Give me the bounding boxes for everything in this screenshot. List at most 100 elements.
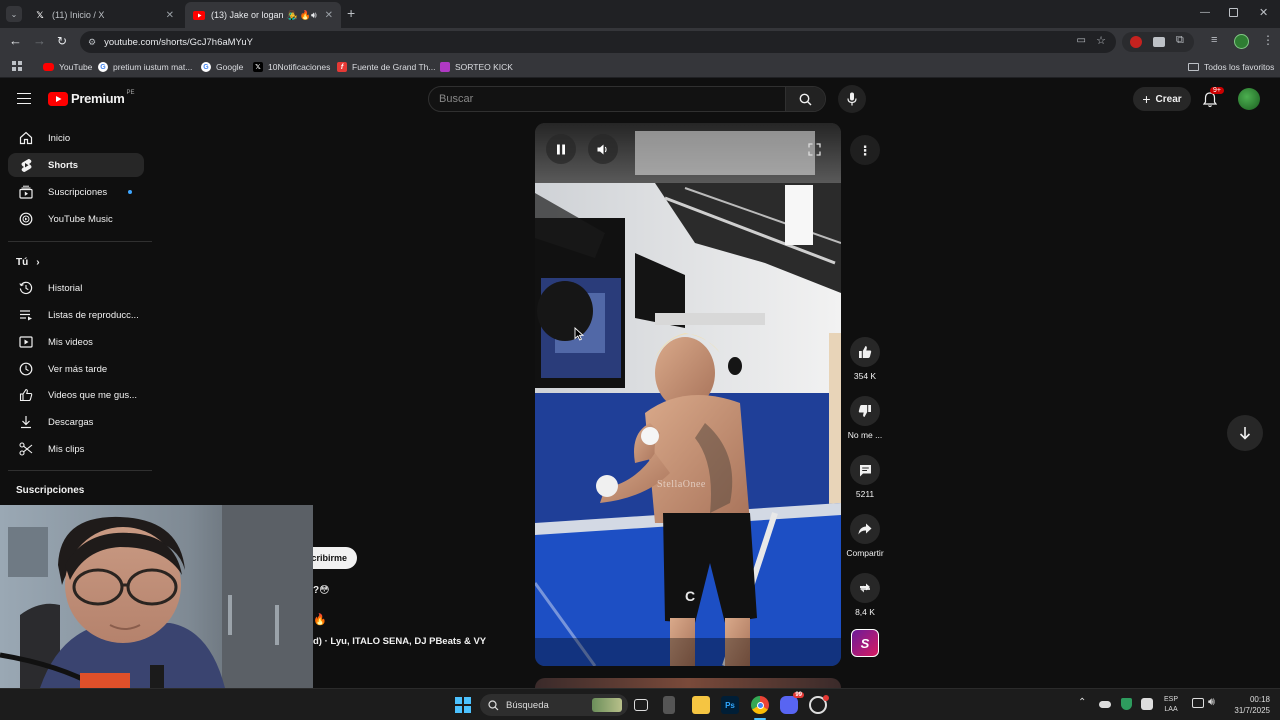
- close-icon[interactable]: ✕: [325, 10, 333, 21]
- audio-source-thumbnail[interactable]: S: [851, 629, 879, 657]
- short-emoji: 🔥: [313, 614, 327, 626]
- address-bar[interactable]: ⚙ youtube.com/shorts/GcJ7h6aMYuY ▭ ☆: [80, 31, 1116, 53]
- site-info-icon[interactable]: ⚙: [88, 37, 96, 48]
- pause-button[interactable]: [546, 134, 576, 164]
- extension-icon[interactable]: [1130, 36, 1142, 48]
- bookmark-x-notifications[interactable]: 𝕏 10Notificaciones: [253, 60, 330, 74]
- menu-icon[interactable]: ⋮: [1262, 33, 1274, 47]
- fullscreen-icon: [807, 142, 821, 156]
- sidebar-item-descargas[interactable]: Descargas: [8, 410, 144, 434]
- extension-icon[interactable]: [1153, 37, 1165, 47]
- divider: [8, 470, 152, 471]
- speaker-icon[interactable]: 🔊︎: [311, 10, 317, 21]
- all-bookmarks[interactable]: Todos los favoritos: [1188, 60, 1274, 74]
- youtube-logo-icon: [48, 91, 68, 106]
- photoshop-icon[interactable]: Ps: [721, 696, 739, 714]
- sidebar-item-ver-mas-tarde[interactable]: Ver más tarde: [8, 357, 144, 381]
- search-input[interactable]: [439, 87, 779, 111]
- app-tray-icon[interactable]: [1141, 698, 1153, 710]
- tab-youtube[interactable]: (13) Jake or logan 👨‍🎤 🔥 - 🔊︎ ✕: [185, 2, 341, 28]
- thumbs-down-icon: [858, 405, 871, 417]
- next-short-button[interactable]: [1227, 415, 1263, 451]
- hamburger-menu-icon[interactable]: [17, 93, 31, 104]
- sidebar-section-tu[interactable]: Tú ›: [8, 250, 144, 274]
- close-icon[interactable]: ✕: [166, 10, 174, 21]
- bookmark-google[interactable]: G Google: [201, 60, 243, 74]
- media-controls-icon[interactable]: ≡: [1211, 34, 1217, 46]
- taskbar-search[interactable]: Búsqueda: [480, 694, 628, 716]
- install-icon[interactable]: ▭: [1077, 35, 1086, 46]
- fullscreen-button[interactable]: [801, 136, 827, 162]
- volume-icon[interactable]: 🔊︎: [1208, 696, 1215, 709]
- tray-chevron-icon[interactable]: ⌃: [1078, 697, 1086, 708]
- app-icon[interactable]: [663, 696, 675, 714]
- puzzle-icon[interactable]: ⧉: [1176, 34, 1184, 47]
- security-icon[interactable]: [1121, 698, 1132, 710]
- like-button[interactable]: 354 K: [844, 337, 886, 381]
- bookmark-youtube[interactable]: YouTube: [43, 60, 92, 74]
- comments-button[interactable]: 5211: [844, 455, 886, 499]
- language-indicator[interactable]: ESP LAA: [1164, 695, 1178, 715]
- close-window-button[interactable]: ✕: [1259, 6, 1268, 19]
- account-avatar[interactable]: [1238, 88, 1260, 110]
- bookmark-fuente[interactable]: f Fuente de Grand Th...: [337, 60, 435, 74]
- sidebar-item-suscripciones[interactable]: Suscripciones: [8, 180, 144, 204]
- taskview-icon[interactable]: [634, 699, 648, 711]
- onedrive-icon[interactable]: [1099, 701, 1111, 708]
- youtube-icon: [43, 63, 54, 71]
- sidebar-item-youtube-music[interactable]: YouTube Music: [8, 207, 144, 231]
- reload-button[interactable]: ↻: [57, 34, 67, 48]
- my-videos-icon: [16, 336, 36, 348]
- start-button[interactable]: [455, 697, 471, 713]
- notifications-button[interactable]: 9+: [1203, 87, 1224, 108]
- clock[interactable]: 00:18 31/7/2025: [1226, 694, 1270, 716]
- tab-search-button[interactable]: ⌄: [6, 6, 22, 22]
- search-highlight-image: [592, 698, 622, 712]
- svg-text:C: C: [685, 588, 695, 604]
- profile-avatar[interactable]: [1234, 34, 1249, 49]
- google-icon: G: [201, 62, 211, 72]
- sidebar-item-inicio[interactable]: Inicio: [8, 126, 144, 150]
- create-button[interactable]: + Crear: [1133, 87, 1191, 111]
- back-button[interactable]: ←: [9, 34, 22, 48]
- short-music[interactable]: d) · Lyu, ITALO SENA, DJ PBeats & VY: [313, 636, 486, 647]
- tab-x[interactable]: 𝕏 (11) Inicio / X ✕: [26, 2, 182, 28]
- dislike-button[interactable]: No me ...: [844, 396, 886, 440]
- sidebar-item-historial[interactable]: Historial: [8, 276, 144, 300]
- bookmark-pretium[interactable]: G pretium iustum mat...: [98, 60, 192, 74]
- thumbs-up-icon: [16, 388, 36, 402]
- youtube-premium-logo[interactable]: Premium PE: [48, 90, 135, 106]
- sidebar-item-videos-que-me-gustan[interactable]: Videos que me gus...: [8, 383, 144, 407]
- shorts-player[interactable]: C StellaOnee: [535, 123, 841, 666]
- minimize-button[interactable]: —: [1200, 7, 1210, 18]
- more-options-button[interactable]: ⋮: [850, 135, 880, 165]
- discord-icon[interactable]: 99: [780, 692, 804, 714]
- restore-button[interactable]: [1229, 8, 1238, 17]
- forward-button[interactable]: →: [33, 34, 46, 48]
- share-button[interactable]: Compartir: [844, 514, 886, 558]
- tab-title: (13) Jake or logan 👨‍🎤 🔥 -: [211, 9, 311, 20]
- voice-search-button[interactable]: [838, 85, 866, 113]
- sidebar-item-mis-videos[interactable]: Mis videos: [8, 330, 144, 354]
- sidebar-item-listas[interactable]: Listas de reproducc...: [8, 303, 144, 327]
- sidebar-item-mis-clips[interactable]: Mis clips: [8, 437, 144, 461]
- network-icon[interactable]: [1192, 698, 1204, 708]
- bookmark-star-icon[interactable]: ☆: [1096, 34, 1106, 47]
- shorts-icon: [16, 158, 36, 173]
- chrome-icon[interactable]: [751, 696, 769, 714]
- remix-button[interactable]: 8,4 K: [844, 573, 886, 617]
- logo-text: Premium: [71, 91, 125, 106]
- divider: [8, 241, 152, 242]
- more-vert-icon: ⋮: [858, 142, 872, 158]
- volume-button[interactable]: [588, 134, 618, 164]
- new-tab-button[interactable]: +: [347, 6, 355, 20]
- apps-icon[interactable]: [12, 61, 22, 71]
- file-explorer-icon[interactable]: [692, 696, 710, 714]
- sidebar-item-shorts[interactable]: Shorts: [8, 153, 144, 177]
- extensions-group: ⧉: [1122, 32, 1194, 52]
- app-icon[interactable]: [809, 695, 829, 714]
- sidebar-section-suscripciones: Suscripciones: [16, 485, 85, 496]
- bookmark-sorteo-kick[interactable]: SORTEO KICK: [440, 60, 513, 74]
- search-button[interactable]: [785, 87, 825, 111]
- youtube-music-icon: [16, 212, 36, 226]
